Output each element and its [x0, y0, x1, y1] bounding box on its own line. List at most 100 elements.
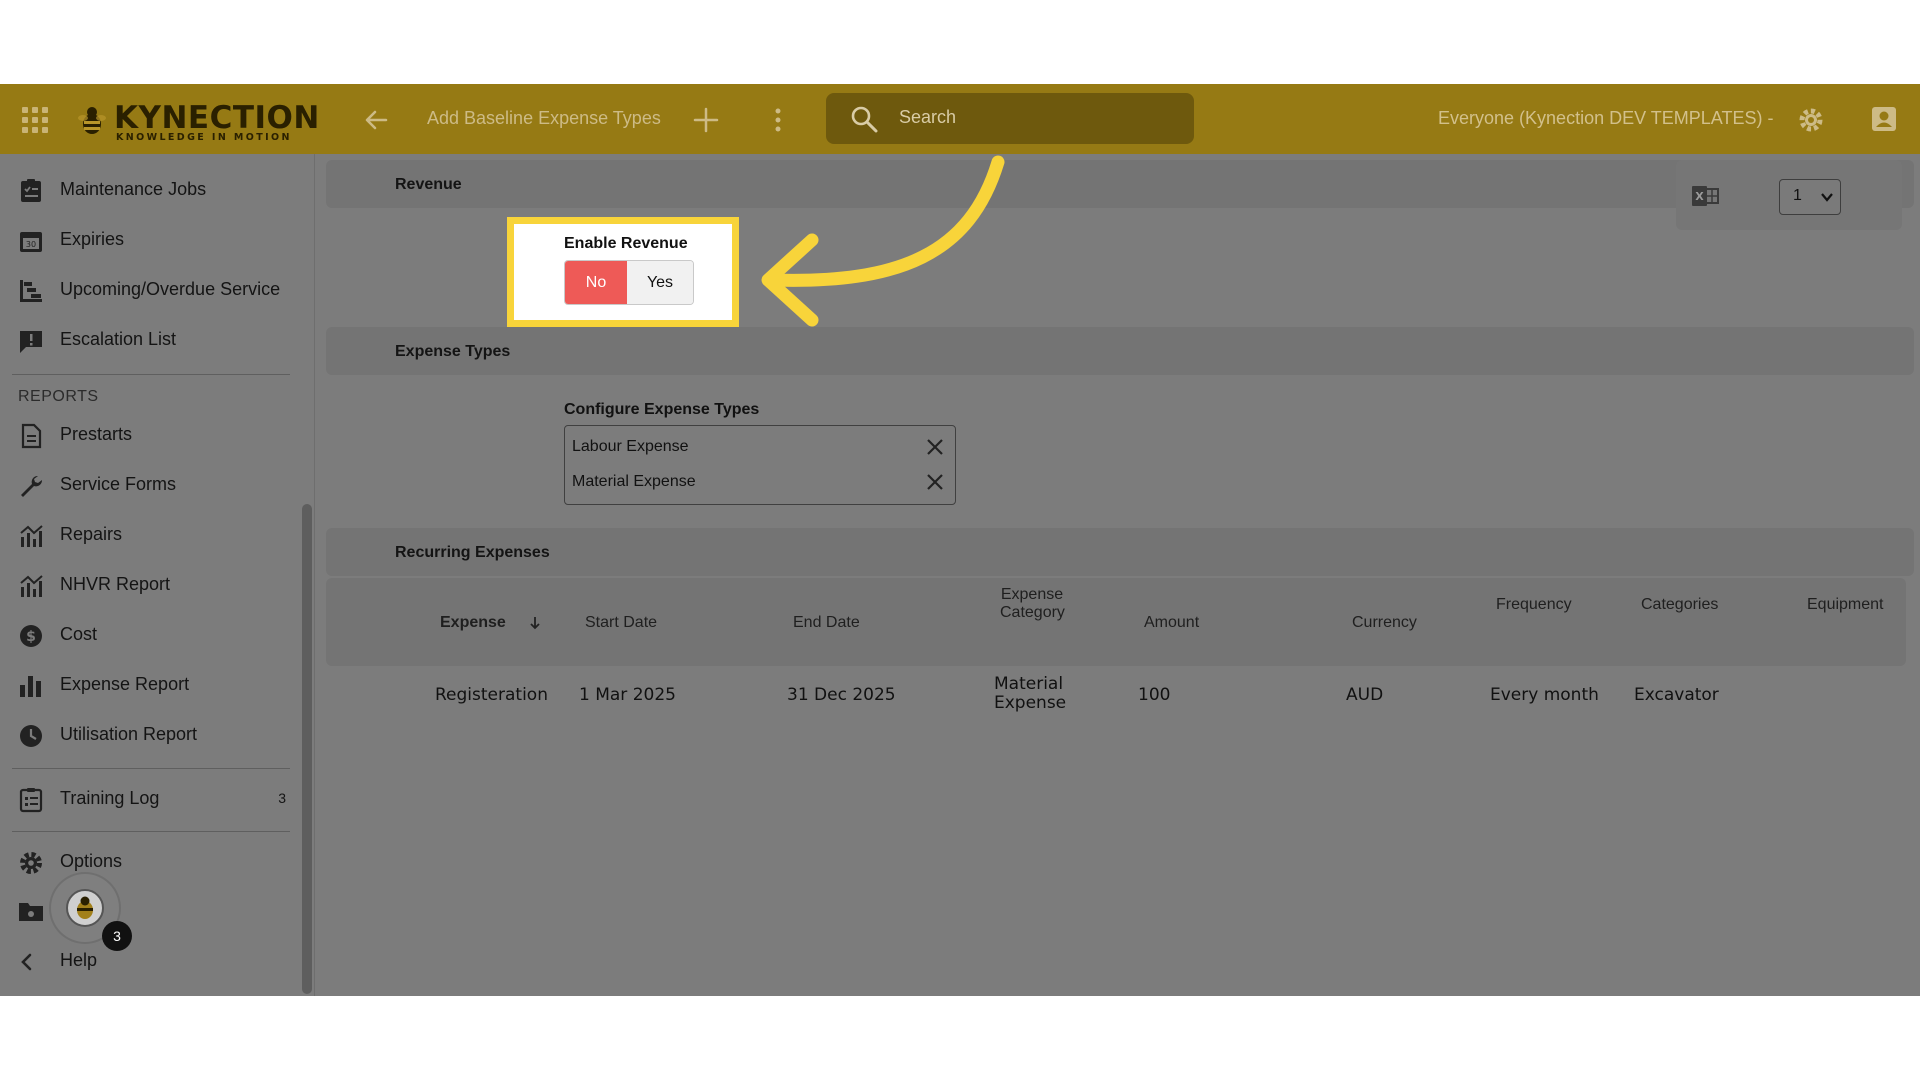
logo-text: KYNECTION — [114, 100, 320, 136]
column-header-end-date[interactable]: End Date — [793, 614, 860, 632]
back-arrow-icon[interactable] — [362, 106, 390, 134]
column-header-line: Expense — [1000, 586, 1064, 603]
column-header-expense[interactable]: Expense — [440, 614, 506, 632]
sidebar-item-nhvr-report[interactable]: NHVR Report — [0, 565, 300, 605]
cell-expense-category: Material Expense — [994, 675, 1066, 713]
sidebar-item-label: Expiries — [60, 229, 125, 249]
enable-revenue-highlight: Enable Revenue No Yes — [507, 217, 739, 327]
expense-types-title: Expense Types — [395, 343, 511, 360]
cell-start-date: 1 Mar 2025 — [579, 685, 676, 705]
sidebar-item-training-log[interactable]: Training Log 3 — [0, 779, 300, 819]
plus-icon[interactable] — [692, 106, 720, 134]
logo[interactable]: KYNECTION KNOWLEDGE IN MOTION — [74, 98, 319, 143]
search-placeholder: Search — [899, 107, 957, 127]
reports-heading: REPORTS — [18, 388, 99, 405]
sidebar-item-label: Utilisation Report — [60, 724, 198, 744]
dollar-icon: $ — [20, 625, 42, 647]
folder-lock-icon[interactable] — [18, 900, 44, 922]
cell-currency: AUD — [1346, 685, 1384, 705]
sidebar-item-expiries[interactable]: 30 Expiries — [0, 220, 300, 260]
sidebar-divider — [12, 831, 290, 832]
cell-line: Expense — [994, 693, 1067, 713]
toggle-no-button[interactable]: No — [565, 261, 627, 304]
sidebar-item-label: Upcoming/Overdue Service — [60, 279, 281, 299]
cell-line: Material — [994, 674, 1064, 694]
sidebar-item-maintenance-jobs[interactable]: Maintenance Jobs — [0, 170, 300, 210]
recurring-expenses-section-header — [326, 528, 1914, 576]
annotation-arrow — [761, 155, 1005, 327]
cell-categories: Excavator — [1634, 685, 1719, 705]
gantt-icon — [20, 280, 42, 302]
bar-chart-icon — [20, 676, 41, 697]
column-header-expense-category[interactable]: Expense Category — [1000, 586, 1065, 622]
column-header-start-date[interactable]: Start Date — [585, 614, 657, 632]
logo-subtext: KNOWLEDGE IN MOTION — [116, 132, 292, 143]
column-header-frequency[interactable]: Frequency — [1496, 596, 1572, 614]
clock-icon — [20, 725, 42, 747]
sidebar-item-label: NHVR Report — [60, 574, 171, 594]
expense-types-multiselect[interactable]: Labour Expense Material Expense — [564, 425, 956, 505]
enable-revenue-label: Enable Revenue — [564, 235, 688, 252]
page-select-value: 1 — [1793, 187, 1802, 204]
sidebar-item-options[interactable]: Options — [0, 842, 300, 882]
recurring-expenses-title: Recurring Expenses — [395, 544, 550, 561]
sidebar-item-label: Maintenance Jobs — [60, 179, 207, 199]
sidebar-item-expense-report[interactable]: Expense Report — [0, 665, 300, 705]
calendar-30-icon: 30 — [20, 232, 42, 252]
cell-end-date: 31 Dec 2025 — [787, 685, 896, 705]
expense-tag-label: Material Expense — [572, 473, 696, 490]
sidebar: Maintenance Jobs 30 Expiries Upcoming/Ov… — [0, 154, 315, 996]
scope-selector[interactable]: Everyone (Kynection DEV TEMPLATES) - — [1438, 108, 1773, 129]
document-icon — [21, 423, 42, 449]
close-icon[interactable] — [924, 471, 946, 493]
chevron-left-icon — [21, 953, 32, 971]
account-icon[interactable] — [1871, 106, 1897, 132]
sidebar-item-label: Prestarts — [60, 424, 133, 444]
alert-chat-icon — [20, 331, 42, 353]
more-vertical-icon[interactable] — [770, 106, 786, 134]
sidebar-item-cost[interactable]: $ Cost — [0, 615, 300, 655]
expense-tag: Labour Expense — [572, 434, 946, 464]
enable-revenue-toggle[interactable]: No Yes — [564, 260, 694, 305]
sidebar-item-utilisation-report[interactable]: Utilisation Report — [0, 715, 300, 755]
sidebar-item-label: Escalation List — [60, 329, 177, 349]
search-input[interactable]: Search — [826, 93, 1194, 144]
bee-avatar-icon — [66, 889, 104, 927]
sidebar-item-service-forms[interactable]: Service Forms — [0, 465, 300, 505]
sidebar-item-label: Repairs — [60, 524, 123, 544]
svg-text:X: X — [1695, 190, 1704, 203]
excel-export-icon[interactable]: X — [1691, 183, 1719, 209]
sidebar-item-label: Training Log — [60, 788, 160, 808]
sort-down-icon[interactable] — [529, 615, 541, 631]
chevron-down-icon — [1821, 193, 1833, 202]
gear-icon[interactable] — [1797, 106, 1825, 134]
page-select[interactable]: 1 — [1779, 179, 1841, 215]
column-header-currency[interactable]: Currency — [1352, 614, 1417, 632]
column-header-categories[interactable]: Categories — [1641, 596, 1718, 614]
configure-expense-types-label: Configure Expense Types — [564, 401, 760, 418]
bee-logo-icon — [78, 107, 106, 134]
sidebar-item-label: Expense Report — [60, 674, 190, 694]
svg-text:$: $ — [26, 629, 36, 645]
column-header-amount[interactable]: Amount — [1144, 614, 1199, 632]
gear-icon — [20, 852, 42, 874]
toggle-yes-button[interactable]: Yes — [627, 261, 693, 304]
search-icon — [851, 106, 878, 133]
export-toolbar: X 1 — [1676, 160, 1902, 230]
apps-grid-icon[interactable] — [22, 107, 48, 133]
page-title: Add Baseline Expense Types — [427, 108, 661, 128]
sidebar-item-upcoming-overdue-service[interactable]: Upcoming/Overdue Service — [0, 270, 300, 310]
sidebar-item-escalation-list[interactable]: Escalation List — [0, 320, 300, 360]
column-header-equipment[interactable]: Equipment — [1807, 596, 1884, 614]
app-window: KYNECTION KNOWLEDGE IN MOTION Add Baseli… — [0, 84, 1920, 996]
sidebar-item-help[interactable]: Help — [0, 941, 300, 981]
wrench-icon — [21, 475, 43, 497]
chart-line-icon — [20, 575, 43, 597]
sidebar-item-repairs[interactable]: Repairs — [0, 515, 300, 555]
training-count-badge: 3 — [278, 790, 286, 806]
close-icon[interactable] — [924, 436, 946, 458]
sidebar-scrollbar[interactable] — [302, 504, 312, 994]
cell-amount: 100 — [1138, 685, 1171, 705]
sidebar-item-prestarts[interactable]: Prestarts — [0, 415, 300, 455]
expense-tag: Material Expense — [572, 469, 946, 499]
